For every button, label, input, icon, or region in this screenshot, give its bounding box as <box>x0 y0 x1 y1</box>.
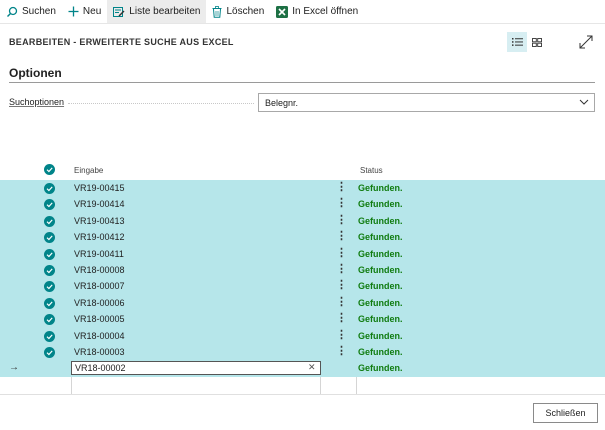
row-status: Gefunden. <box>358 232 403 243</box>
row-check-icon[interactable] <box>44 297 55 309</box>
row-status: Gefunden. <box>358 215 403 226</box>
field-leader-dots <box>68 103 254 104</box>
table-row[interactable]: VR19-00415 ⋮ Gefunden. <box>0 180 605 197</box>
plus-icon <box>68 6 79 17</box>
more-options-icon[interactable]: ⋮ <box>336 230 347 242</box>
search-options-select[interactable]: Belegnr. <box>258 93 595 112</box>
row-status: Gefunden. <box>358 183 403 193</box>
column-header-status[interactable]: Status <box>360 166 383 175</box>
new-row[interactable] <box>0 377 605 394</box>
row-status: Gefunden. <box>358 264 403 275</box>
new-button-label: Neu <box>82 6 102 17</box>
row-input-field[interactable] <box>71 361 321 376</box>
open-in-excel-button[interactable]: In Excel öffnen <box>270 0 364 23</box>
more-options-icon[interactable]: ⋮ <box>336 279 347 291</box>
table-row[interactable]: VR18-00006 ⋮ Gefunden. <box>0 294 605 312</box>
search-icon <box>7 6 18 17</box>
table-row[interactable]: VR18-00007 ⋮ Gefunden. <box>0 278 605 295</box>
search-button-label: Suchen <box>22 6 56 17</box>
close-button[interactable]: Schließen <box>533 403 598 423</box>
excel-icon <box>276 5 289 18</box>
row-check-icon[interactable] <box>44 314 55 326</box>
table-row[interactable]: VR19-00413 ⋮ Gefunden. <box>0 212 605 230</box>
delete-button-label: Löschen <box>226 6 265 17</box>
more-options-icon[interactable]: ⋮ <box>336 263 347 275</box>
more-options-icon[interactable]: ⋮ <box>336 312 347 324</box>
row-status: Gefunden. <box>358 199 403 210</box>
action-bar: Suchen Neu Liste bearbeiten Löschen In E… <box>0 0 605 24</box>
table-row[interactable]: VR19-00412 ⋮ Gefunden. <box>0 229 605 246</box>
list-view-icon <box>511 38 523 46</box>
table-row-editing[interactable]: → ✕ Gefunden. <box>0 360 605 377</box>
row-status: Gefunden. <box>358 248 403 259</box>
table-row[interactable]: VR18-00008 ⋮ Gefunden. <box>0 261 605 279</box>
tile-view-icon <box>532 37 542 47</box>
edit-list-icon <box>113 6 125 17</box>
table-row[interactable]: VR19-00414 ⋮ Gefunden. <box>0 196 605 213</box>
row-check-icon[interactable] <box>44 346 55 358</box>
new-row-input-cell[interactable] <box>71 377 321 394</box>
table-row[interactable]: VR18-00005 ⋮ Gefunden. <box>0 311 605 328</box>
row-input-value: VR18-00008 <box>74 264 125 275</box>
search-options-label[interactable]: Suchoptionen <box>9 97 64 107</box>
delete-button[interactable]: Löschen <box>206 0 270 23</box>
search-options-value: Belegnr. <box>265 98 299 108</box>
more-options-icon[interactable]: ⋮ <box>336 214 347 226</box>
open-in-excel-label: In Excel öffnen <box>292 6 359 17</box>
grid-body: VR19-00415 ⋮ Gefunden. VR19-00414 ⋮ Gefu… <box>0 180 605 377</box>
page-title: BEARBEITEN - ERWEITERTE SUCHE AUS EXCEL <box>9 37 234 47</box>
row-check-icon[interactable] <box>44 199 55 211</box>
row-check-icon[interactable] <box>44 232 55 244</box>
more-options-icon[interactable]: ⋮ <box>336 247 347 259</box>
table-row[interactable]: VR18-00003 ⋮ Gefunden. <box>0 343 605 361</box>
row-status: Gefunden. <box>358 330 403 341</box>
more-options-icon[interactable]: ⋮ <box>336 329 347 341</box>
expand-icon[interactable] <box>578 34 594 50</box>
current-row-arrow-icon: → <box>9 362 19 374</box>
row-input-value: VR18-00004 <box>74 330 125 341</box>
footer-divider <box>0 394 605 395</box>
row-input-value: VR19-00415 <box>74 183 125 193</box>
row-check-icon[interactable] <box>44 215 55 227</box>
table-row[interactable]: VR19-00411 ⋮ Gefunden. <box>0 245 605 262</box>
edit-list-button[interactable]: Liste bearbeiten <box>107 0 207 23</box>
row-input-value: VR19-00413 <box>74 215 125 226</box>
row-check-icon[interactable] <box>44 264 55 276</box>
chevron-down-icon <box>579 99 589 105</box>
row-status: Gefunden. <box>358 363 403 374</box>
options-section-title: Optionen <box>9 66 62 80</box>
row-check-icon[interactable] <box>44 281 55 293</box>
more-options-icon[interactable]: ⋮ <box>336 296 347 308</box>
edit-list-button-label: Liste bearbeiten <box>129 6 201 17</box>
more-options-icon[interactable]: ⋮ <box>336 345 347 357</box>
row-status: Gefunden. <box>358 346 403 357</box>
search-button[interactable]: Suchen <box>0 0 62 23</box>
new-button[interactable]: Neu <box>62 0 107 23</box>
column-header-input[interactable]: Eingabe <box>74 166 103 175</box>
row-input-value: VR18-00007 <box>74 281 125 292</box>
more-options-icon[interactable]: ⋮ <box>336 197 347 209</box>
new-row-status-cell <box>356 377 357 394</box>
more-options-icon[interactable]: ⋮ <box>336 181 347 193</box>
row-input-value: VR19-00412 <box>74 232 125 243</box>
trash-icon <box>212 5 222 18</box>
row-input-value: VR18-00006 <box>74 297 125 308</box>
row-input-value: VR19-00411 <box>74 248 124 259</box>
list-view-button[interactable] <box>507 32 527 52</box>
row-input-value: VR19-00414 <box>74 199 125 210</box>
row-status: Gefunden. <box>358 297 403 308</box>
clear-icon[interactable]: ✕ <box>308 362 316 373</box>
row-status: Gefunden. <box>358 281 403 292</box>
select-all-checkbox[interactable] <box>44 164 55 175</box>
row-status: Gefunden. <box>358 314 403 325</box>
section-divider <box>9 82 595 83</box>
tile-view-button[interactable] <box>529 32 545 52</box>
table-row[interactable]: VR18-00004 ⋮ Gefunden. <box>0 327 605 344</box>
row-check-icon[interactable] <box>44 183 55 194</box>
row-check-icon[interactable] <box>44 248 55 260</box>
row-check-icon[interactable] <box>44 330 55 342</box>
row-input-value: VR18-00003 <box>74 346 125 357</box>
row-input-value: VR18-00005 <box>74 314 125 325</box>
grid-header: Eingabe Status <box>0 162 605 180</box>
